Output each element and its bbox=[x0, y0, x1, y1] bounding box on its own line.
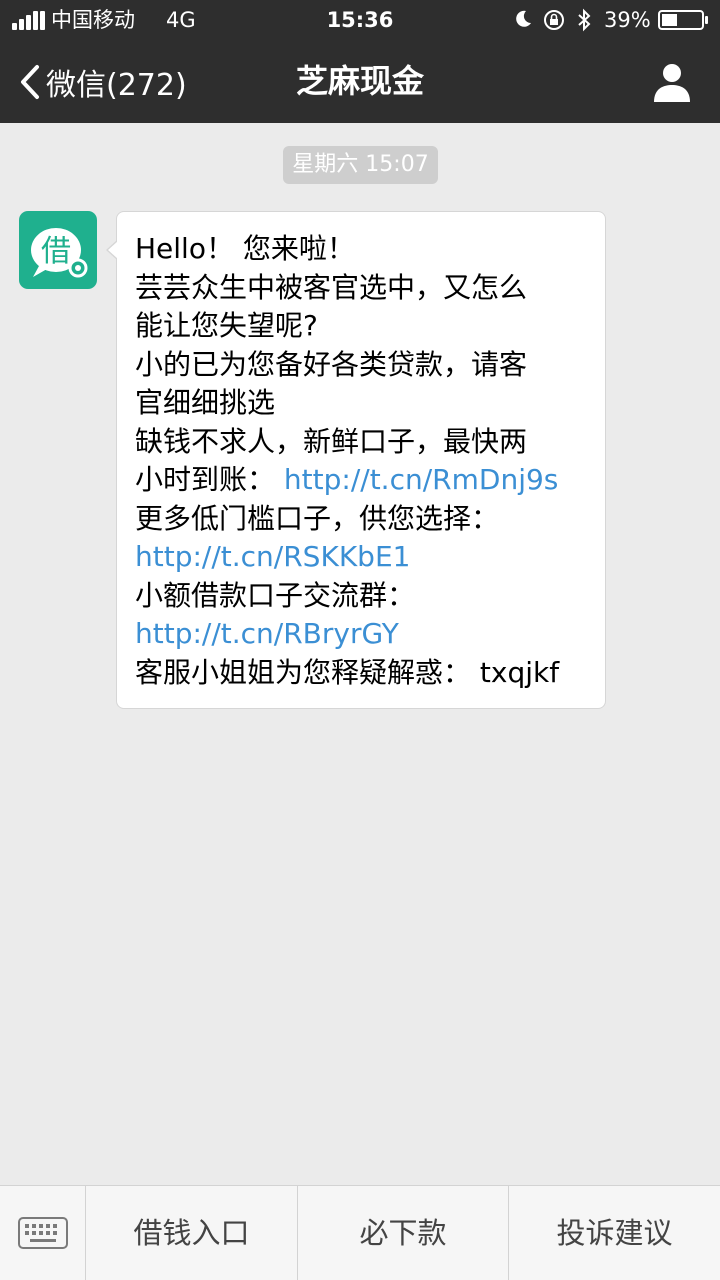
avatar[interactable]: 借 bbox=[19, 211, 97, 289]
message-line: 客服小姐姐为您释疑解惑： txqjkf bbox=[135, 655, 560, 689]
orientation-lock-icon bbox=[544, 10, 564, 30]
battery-percent: 39% bbox=[604, 8, 651, 32]
message-text: 小时到账： bbox=[135, 463, 276, 496]
moon-icon bbox=[516, 10, 531, 27]
person-icon[interactable] bbox=[650, 60, 694, 104]
message-line: 更多低门槛口子，供您选择： bbox=[135, 501, 500, 535]
message-link[interactable]: http://t.cn/RSKKbE1 bbox=[135, 538, 587, 577]
message-line: 小额借款口子交流群： bbox=[135, 578, 416, 612]
menu-item-borrow-entry[interactable]: 借钱入口 bbox=[85, 1186, 297, 1280]
message-line: Hello！ 您来啦！ bbox=[135, 232, 355, 265]
keyboard-toggle-button[interactable] bbox=[0, 1186, 85, 1280]
message-line: 缺钱不求人，新鲜口子，最快两 bbox=[135, 424, 528, 458]
loan-logo-icon: 借 bbox=[19, 211, 97, 289]
message-bubble: Hello！ 您来啦！ 芸芸众生中被客官选中，又怎么 能让您失望呢? 小的已为您… bbox=[106, 211, 606, 709]
avatar-char: 借 bbox=[41, 234, 71, 269]
message-line: 能让您失望呢? bbox=[135, 309, 318, 342]
message-link[interactable]: http://t.cn/RBryrGY bbox=[135, 615, 587, 654]
keyboard-icon bbox=[17, 1217, 68, 1249]
top-bar: 中国移动 4G 15:36 39% 微信(272) 芝麻现金 bbox=[0, 0, 720, 123]
message-line: 小的已为您备好各类贷款，请客 bbox=[135, 347, 528, 381]
page-title: 芝麻现金 bbox=[295, 62, 424, 100]
battery-icon bbox=[658, 10, 708, 30]
chat-timestamp: 星期六 15:07 bbox=[283, 146, 438, 184]
message-line: 芸芸众生中被客官选中，又怎么 bbox=[135, 270, 528, 304]
status-bar: 中国移动 4G 15:36 39% bbox=[0, 0, 720, 40]
menu-item-sure-loan[interactable]: 必下款 bbox=[297, 1186, 508, 1280]
nav-bar: 微信(272) 芝麻现金 bbox=[0, 40, 720, 123]
message-link[interactable]: http://t.cn/RmDnj9s bbox=[284, 463, 558, 496]
bottom-menu-bar: 借钱入口 必下款 投诉建议 bbox=[0, 1185, 720, 1280]
message-line-with-link: 小时到账： http://t.cn/RmDnj9s bbox=[135, 461, 587, 500]
message-line: 官细细挑选 bbox=[135, 386, 276, 419]
bluetooth-icon bbox=[578, 8, 591, 32]
menu-item-feedback[interactable]: 投诉建议 bbox=[508, 1186, 720, 1280]
